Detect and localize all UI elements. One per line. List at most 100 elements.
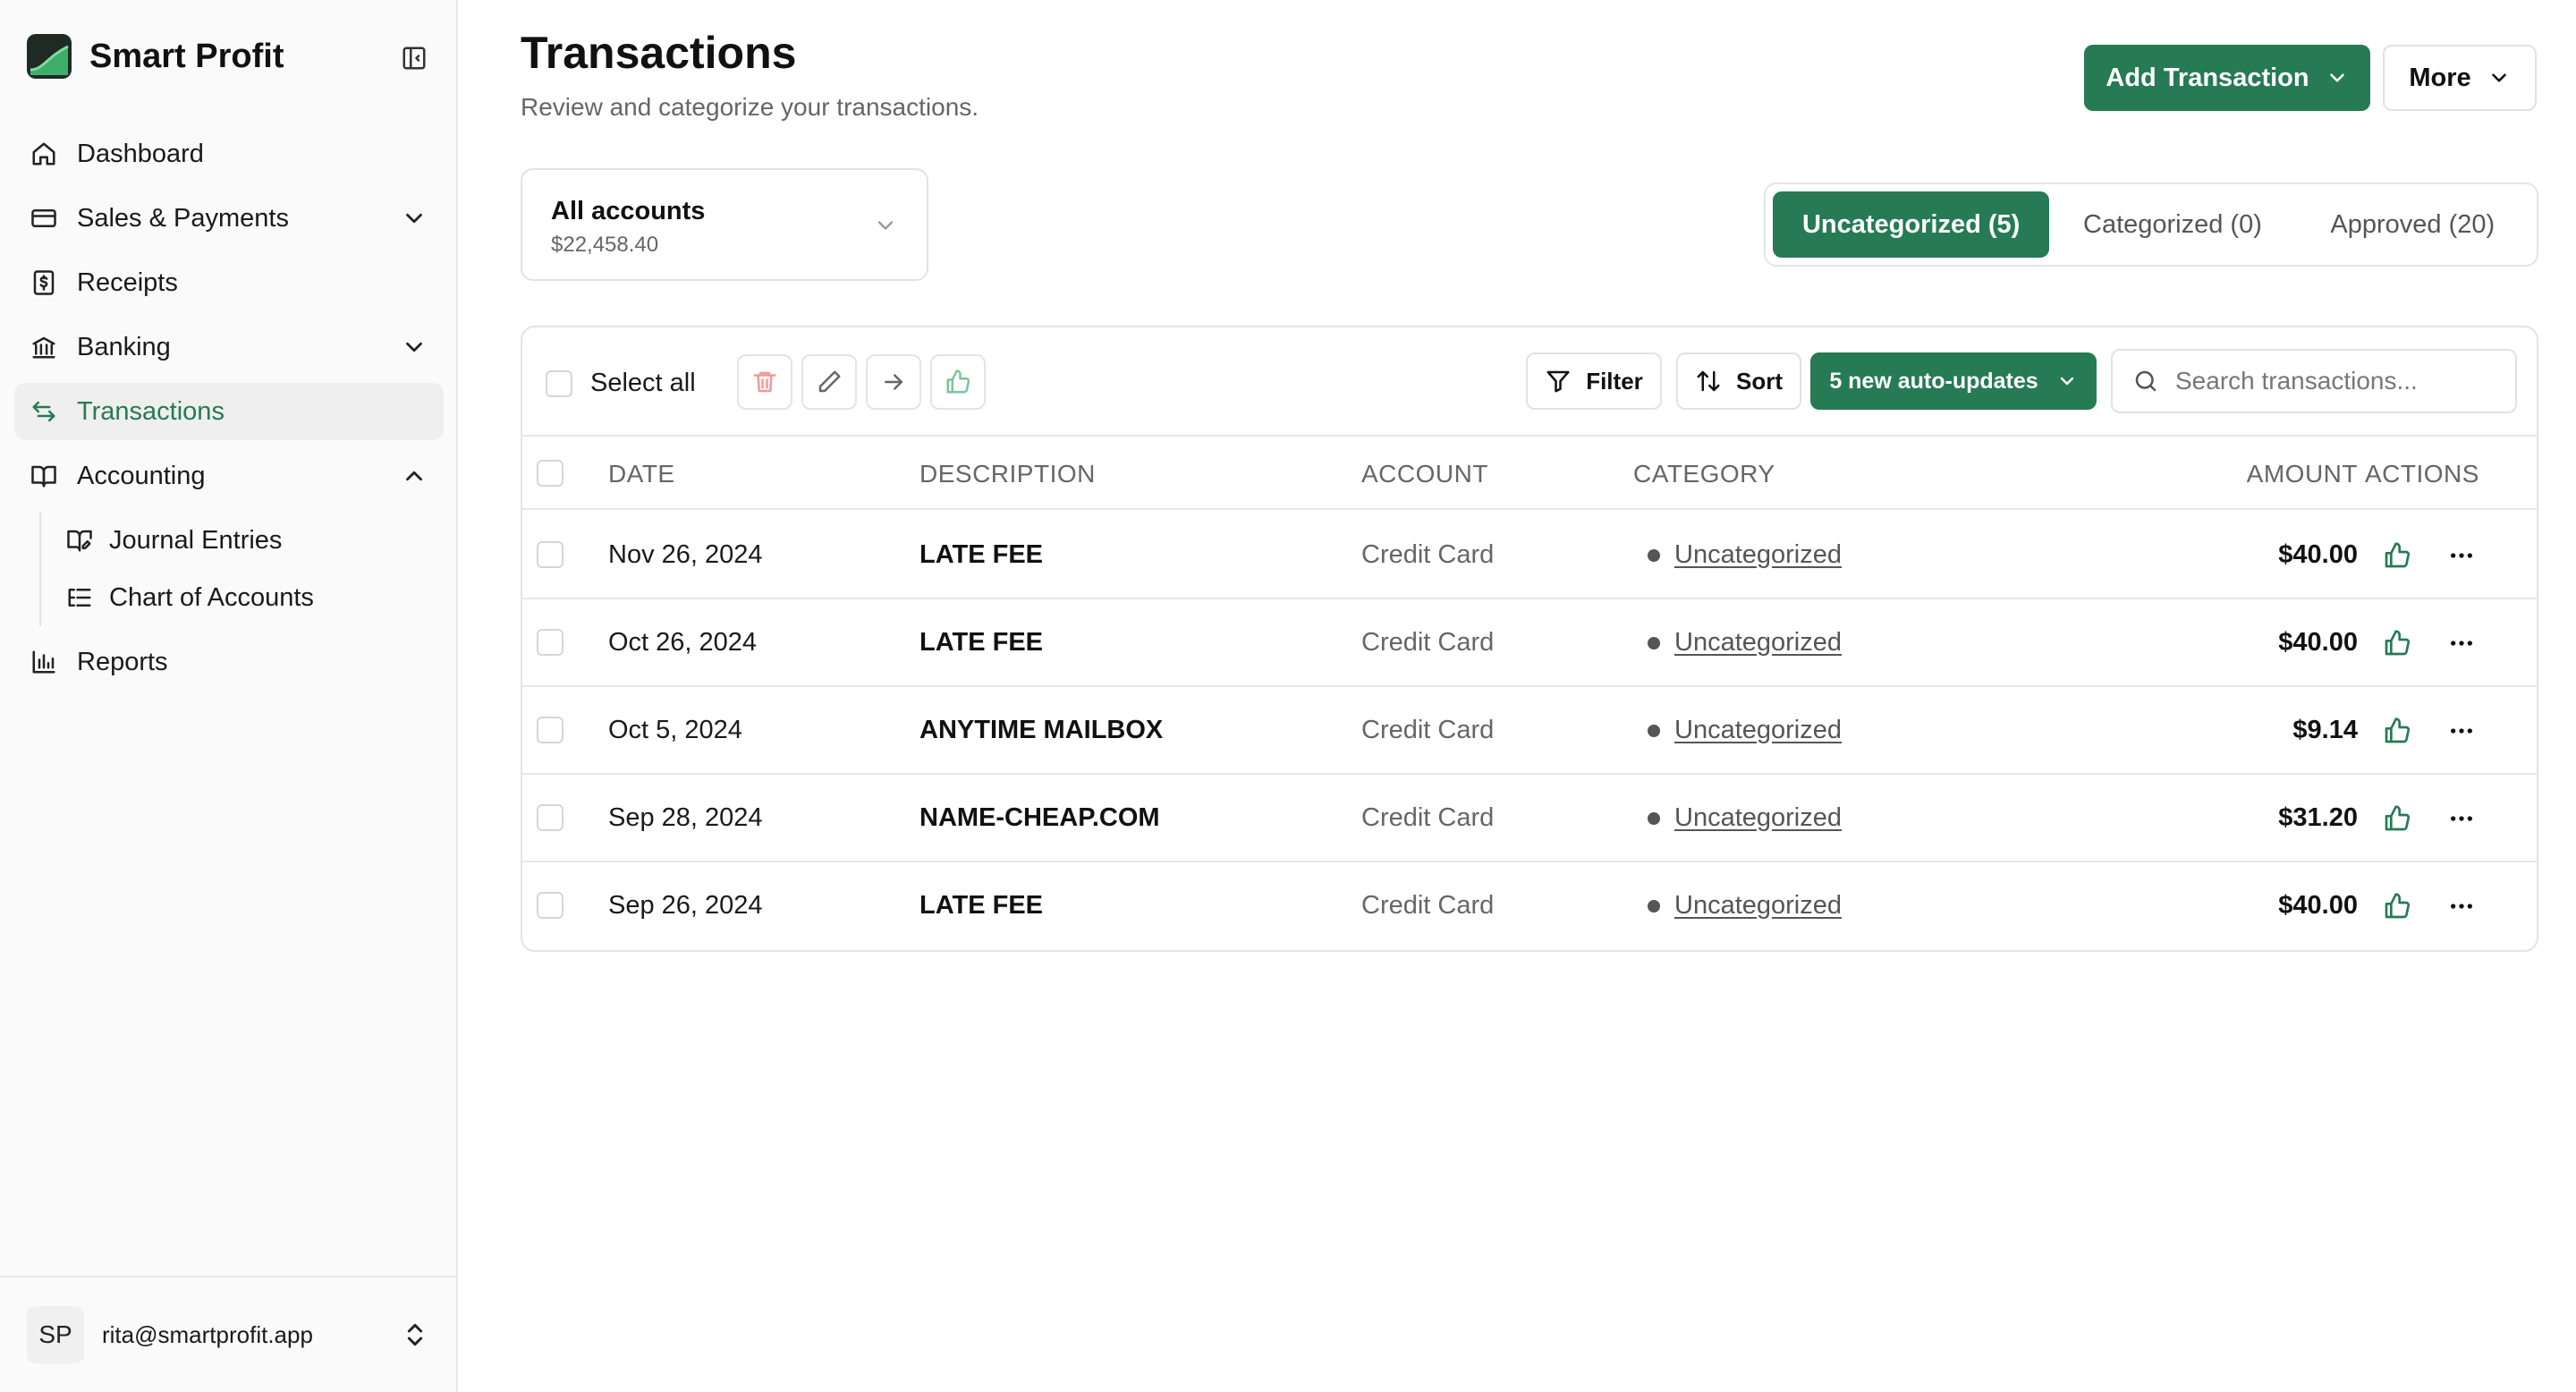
home-icon	[29, 139, 59, 169]
category-link[interactable]: Uncategorized	[1674, 628, 1842, 658]
category-link[interactable]: Uncategorized	[1674, 716, 1842, 745]
table-row[interactable]: Sep 28, 2024 NAME-CHEAP.COM Credit Card …	[522, 775, 2537, 862]
approve-button[interactable]	[2379, 625, 2415, 661]
chevron-down-icon	[877, 221, 894, 230]
table-row[interactable]: Nov 26, 2024 LATE FEE Credit Card Uncate…	[522, 512, 2537, 599]
header-checkbox[interactable]	[537, 460, 564, 487]
row-checkbox[interactable]	[537, 804, 564, 831]
filter-icon	[1546, 370, 1570, 393]
chevron-up-icon	[406, 471, 422, 481]
search-icon	[2135, 370, 2157, 392]
table-row[interactable]: Sep 26, 2024 LATE FEE Credit Card Uncate…	[522, 862, 2537, 950]
row-date: Sep 26, 2024	[608, 891, 763, 920]
table-row[interactable]: Oct 5, 2024 ANYTIME MAILBOX Credit Card …	[522, 687, 2537, 775]
column-header-amount[interactable]: AMOUNT	[2179, 460, 2358, 488]
chevrons-up-down-icon[interactable]	[401, 1320, 429, 1349]
table-toolbar: Select all Filter Sort 5 new auto-update…	[522, 327, 2537, 437]
thumbs-up-icon	[946, 369, 970, 394]
pencil-icon	[818, 370, 841, 393]
category-link[interactable]: Uncategorized	[1674, 891, 1842, 921]
sidebar-item-transactions[interactable]: Transactions	[14, 383, 444, 440]
approve-button[interactable]	[2379, 713, 2415, 749]
sidebar-item-receipts[interactable]: Receipts	[14, 254, 444, 311]
approve-button[interactable]	[2379, 538, 2415, 573]
table-row[interactable]: Oct 26, 2024 LATE FEE Credit Card Uncate…	[522, 599, 2537, 687]
brand[interactable]: Smart Profit	[27, 34, 284, 79]
sidebar-item-reports[interactable]: Reports	[14, 633, 444, 691]
sidebar-item-sales-payments[interactable]: Sales & Payments	[14, 190, 444, 247]
sidebar-item-label: Sales & Payments	[77, 203, 289, 233]
tab-uncategorized[interactable]: Uncategorized (5)	[1773, 191, 2050, 258]
select-all-control[interactable]: Select all	[546, 369, 696, 398]
row-menu-button[interactable]	[2444, 625, 2479, 661]
row-menu-button[interactable]	[2444, 713, 2479, 749]
brand-name: Smart Profit	[89, 37, 284, 75]
column-header-description[interactable]: DESCRIPTION	[919, 460, 1096, 488]
approve-button[interactable]	[2379, 888, 2415, 924]
search-input[interactable]	[2175, 367, 2497, 395]
tab-approved[interactable]: Approved (20)	[2296, 191, 2529, 258]
select-all-label: Select all	[590, 369, 696, 397]
add-transaction-button[interactable]: Add Transaction	[2084, 45, 2370, 111]
chevron-down-icon	[406, 342, 422, 352]
tab-categorized[interactable]: Categorized (0)	[2049, 191, 2295, 258]
auto-updates-label: 5 new auto-updates	[1829, 368, 2038, 394]
row-category: Uncategorized	[1648, 803, 1842, 833]
sort-arrows-icon	[1697, 370, 1720, 392]
receipt-icon	[29, 267, 59, 298]
auto-updates-button[interactable]: 5 new auto-updates	[1810, 352, 2097, 410]
row-checkbox[interactable]	[537, 541, 564, 568]
sidebar-nav: Dashboard Sales & Payments Receipts Bank…	[14, 125, 444, 698]
approve-selected-button[interactable]	[930, 354, 986, 410]
row-menu-button[interactable]	[2444, 801, 2479, 836]
thumbs-up-icon	[2385, 805, 2411, 831]
row-menu-button[interactable]	[2444, 538, 2479, 573]
sidebar-item-label: Accounting	[77, 461, 206, 490]
delete-button[interactable]	[737, 354, 792, 410]
smart-profit-logo-icon	[27, 34, 72, 79]
arrow-right-icon	[885, 374, 902, 390]
row-checkbox[interactable]	[537, 629, 564, 656]
filter-label: Filter	[1586, 367, 1643, 395]
approve-button[interactable]	[2379, 801, 2415, 836]
sidebar-item-dashboard[interactable]: Dashboard	[14, 125, 444, 182]
row-menu-button[interactable]	[2444, 888, 2479, 924]
column-header-date[interactable]: DATE	[608, 460, 675, 488]
row-category: Uncategorized	[1648, 628, 1842, 658]
sort-button[interactable]: Sort	[1676, 352, 1801, 410]
sidebar-item-label: Reports	[77, 647, 168, 676]
thumbs-up-icon	[2385, 717, 2411, 743]
account-balance: $22,458.40	[551, 233, 659, 257]
sidebar-collapse-button[interactable]	[399, 43, 429, 73]
sidebar-item-banking[interactable]: Banking	[14, 318, 444, 376]
column-header-category[interactable]: CATEGORY	[1633, 460, 1775, 488]
edit-button[interactable]	[801, 354, 857, 410]
account-name: All accounts	[551, 197, 706, 225]
more-horizontal-icon	[2451, 816, 2472, 821]
sidebar-item-journal-entries[interactable]: Journal Entries	[41, 512, 444, 569]
select-all-checkbox[interactable]	[546, 369, 572, 397]
more-button[interactable]: More	[2383, 45, 2537, 111]
search-box[interactable]	[2111, 349, 2517, 413]
sidebar-item-chart-of-accounts[interactable]: Chart of Accounts	[41, 569, 444, 626]
row-account: Credit Card	[1361, 540, 1495, 569]
list-tree-icon	[64, 582, 95, 613]
sidebar-item-accounting[interactable]: Accounting	[14, 447, 444, 505]
row-checkbox[interactable]	[537, 892, 564, 919]
credit-card-icon	[29, 203, 59, 233]
sidebar-item-label: Transactions	[77, 396, 225, 426]
row-amount: $40.00	[2278, 628, 2358, 657]
row-category: Uncategorized	[1648, 540, 1842, 570]
filter-button[interactable]: Filter	[1526, 352, 1662, 410]
move-button[interactable]	[866, 354, 921, 410]
user-menu[interactable]: SP rita@smartprofit.app	[0, 1276, 456, 1392]
column-header-account[interactable]: ACCOUNT	[1361, 460, 1488, 488]
avatar: SP	[27, 1306, 84, 1363]
add-transaction-label: Add Transaction	[2106, 63, 2309, 92]
more-horizontal-icon	[2451, 641, 2472, 646]
category-link[interactable]: Uncategorized	[1674, 540, 1842, 570]
thumbs-up-icon	[2385, 893, 2411, 919]
category-link[interactable]: Uncategorized	[1674, 803, 1842, 833]
row-checkbox[interactable]	[537, 717, 564, 743]
account-selector[interactable]: All accounts $22,458.40	[521, 168, 928, 281]
